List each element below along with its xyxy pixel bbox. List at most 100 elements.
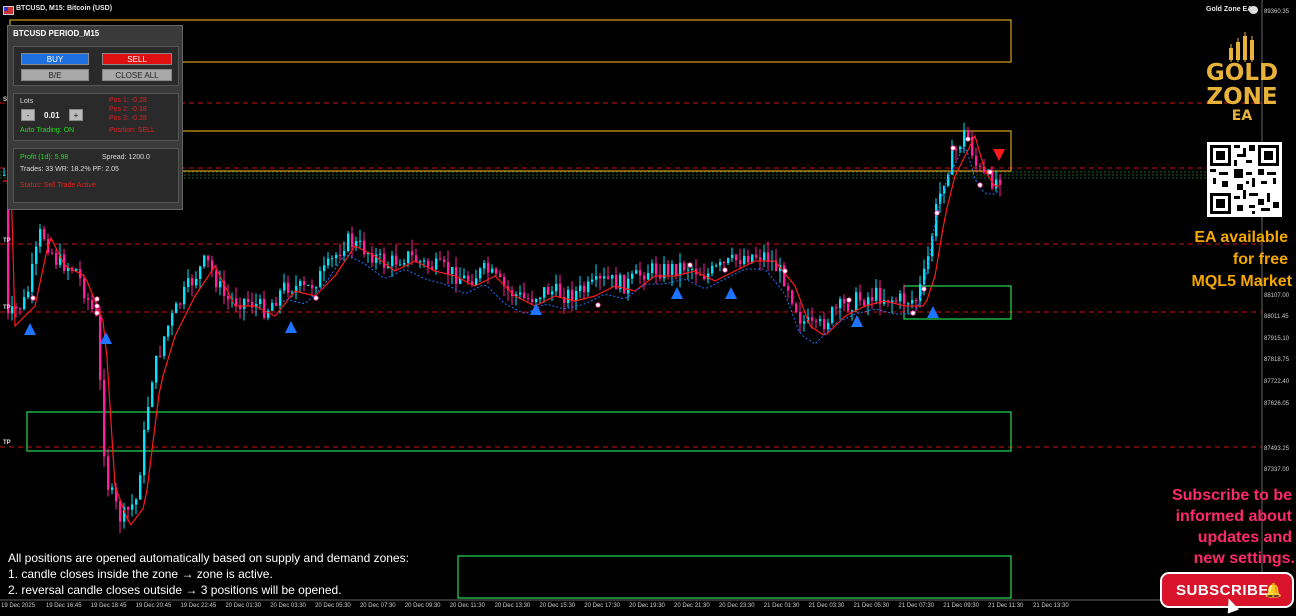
candle-body	[335, 254, 338, 259]
candle-body	[975, 155, 978, 166]
position-2-value: Pos 2: -0.18	[109, 106, 147, 113]
candle-body	[551, 291, 554, 295]
candle-body	[111, 487, 114, 490]
entry-dot	[921, 286, 927, 292]
price-label: 87915.10	[1264, 336, 1290, 342]
candle-body	[411, 251, 414, 256]
candle-body	[455, 267, 458, 284]
price-chart[interactable]	[0, 0, 1296, 616]
time-label: 20 Dec 07:30	[359, 603, 396, 609]
buy-arrow-icon	[100, 332, 112, 344]
lots-decrease-button[interactable]: -	[21, 109, 35, 121]
ea-smiley-icon[interactable]	[1249, 6, 1258, 14]
candle-body	[379, 253, 382, 255]
candle-body	[567, 289, 570, 303]
candle-body	[91, 299, 94, 310]
candle-body	[183, 286, 186, 305]
candle-body	[587, 281, 590, 293]
candle-body	[347, 233, 350, 252]
candle-body	[843, 299, 846, 304]
candle-body	[723, 262, 726, 264]
candle-body	[523, 292, 526, 299]
candle-body	[287, 282, 290, 293]
time-label: 21 Dec 11:30	[988, 603, 1024, 609]
logo-text: EA	[1231, 108, 1253, 124]
promo-text: informed about	[1175, 508, 1292, 525]
candle-body	[419, 261, 422, 263]
candle-body	[27, 291, 30, 298]
candle-body	[799, 312, 802, 324]
level-label-tp: TP	[3, 238, 11, 244]
demand-zone	[457, 555, 1012, 599]
position-3-value: Pos 3: -0.28	[109, 115, 147, 122]
entry-dot	[30, 295, 36, 301]
candle-body	[119, 501, 122, 522]
candle-body	[423, 260, 426, 262]
candle-body	[483, 263, 486, 269]
buy-button[interactable]: BUY	[21, 53, 89, 65]
candle-body	[403, 262, 406, 265]
candle-body	[535, 299, 538, 303]
time-label: 19 Dec 22:45	[180, 603, 217, 609]
candle-body	[263, 298, 266, 318]
candle-body	[179, 303, 182, 305]
candle-body	[99, 315, 102, 380]
price-label: 87626.05	[1264, 401, 1290, 407]
candle-body	[795, 303, 798, 313]
price-label: 87722.40	[1264, 379, 1290, 385]
candle-body	[575, 290, 578, 301]
candle-body	[243, 298, 246, 309]
order-buttons-section: BUY SELL B/E CLOSE ALL	[13, 46, 179, 86]
candle-body	[339, 254, 342, 256]
candle-body	[719, 262, 722, 266]
candle-body	[783, 265, 786, 287]
candle-body	[427, 260, 430, 267]
candle-body	[579, 285, 582, 291]
sell-button[interactable]: SELL	[102, 53, 172, 65]
buy-arrow-icon	[285, 321, 297, 333]
close-all-button[interactable]: CLOSE ALL	[102, 69, 172, 81]
candle-body	[679, 263, 682, 276]
candle-body	[919, 284, 922, 302]
entry-dot	[94, 296, 100, 302]
candle-body	[43, 229, 46, 240]
time-label: 20 Dec 19:30	[629, 603, 665, 609]
candle-body	[835, 307, 838, 309]
price-label: 88011.45	[1264, 314, 1289, 320]
symbol-title: BTCUSD, M15: Bitcoin (USD)	[16, 5, 113, 12]
price-label: 87337.00	[1264, 467, 1290, 473]
candle-body	[895, 300, 898, 302]
qr-code[interactable]	[1207, 142, 1282, 217]
candle-body	[559, 283, 562, 298]
candle-body	[435, 258, 438, 270]
entry-dot	[782, 268, 788, 274]
candle-body	[499, 273, 502, 278]
entry-dot	[94, 303, 100, 309]
chart-header: BTCUSD, M15: Bitcoin (USD) Gold Zone EA	[0, 0, 1262, 20]
time-label: 19 Dec 18:45	[90, 603, 127, 609]
candle-body	[251, 301, 254, 308]
candle-body	[467, 275, 470, 282]
candle-body	[271, 302, 274, 311]
candle-body	[607, 276, 610, 279]
candle-body	[879, 287, 882, 304]
candle-body	[871, 297, 874, 301]
lots-increase-button[interactable]: +	[69, 109, 83, 121]
candle-body	[647, 272, 650, 280]
candle-body	[683, 263, 686, 271]
candle-body	[463, 275, 466, 279]
lots-section: Lots - 0.01 + Auto Trading: ON Pos 1: -0…	[13, 93, 179, 141]
promo-text: for free	[1232, 251, 1288, 268]
lots-value[interactable]: 0.01	[44, 111, 60, 120]
breakeven-button[interactable]: B/E	[21, 69, 89, 81]
candle-body	[823, 319, 826, 330]
candle-body	[611, 274, 614, 279]
candle-body	[447, 262, 450, 275]
entry-dot	[846, 297, 852, 303]
candle-body	[787, 286, 790, 291]
time-label: 20 Dec 01:30	[225, 603, 262, 609]
candle-body	[687, 269, 690, 271]
candle-body	[827, 322, 830, 330]
entry-dot	[313, 295, 319, 301]
candle-body	[187, 278, 190, 287]
